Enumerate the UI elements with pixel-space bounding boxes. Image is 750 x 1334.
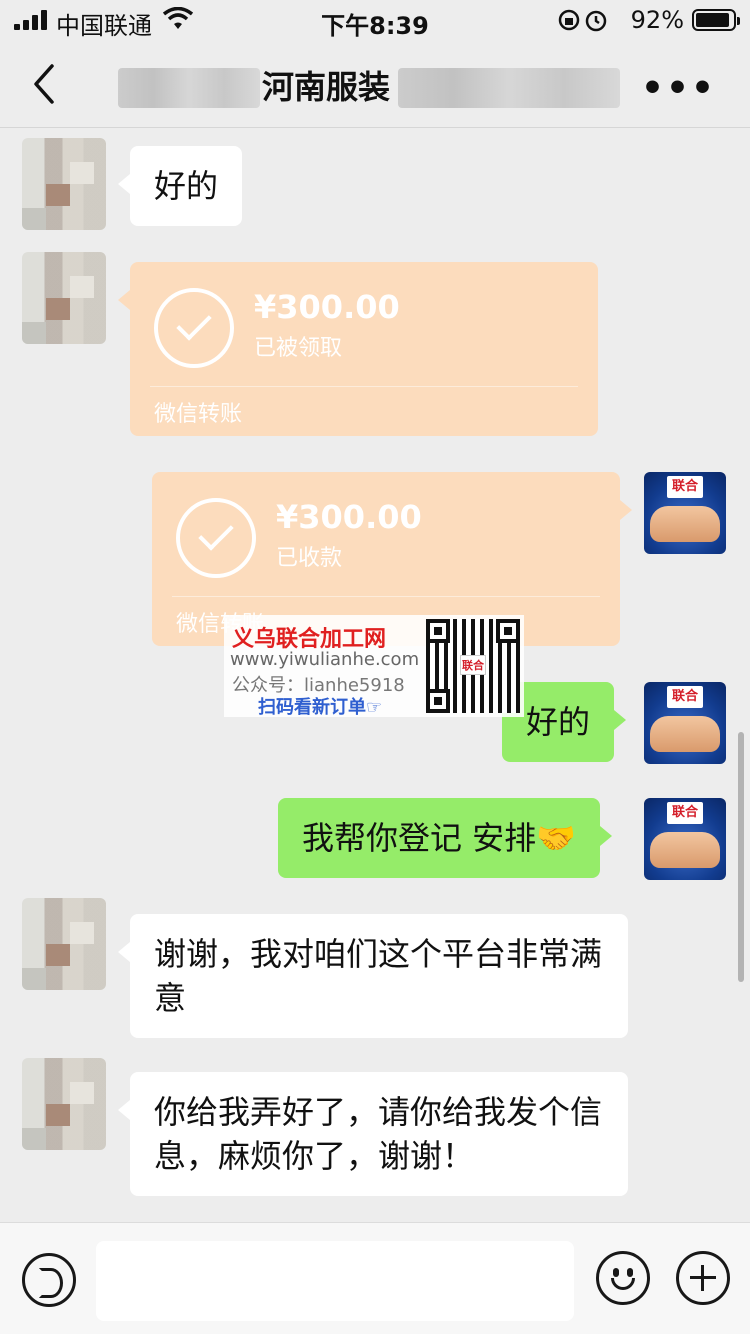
input-bar <box>0 1222 750 1334</box>
avatar-logo: 联合 <box>667 802 703 824</box>
battery-icon <box>692 9 740 31</box>
qr-code: 联合 <box>426 619 520 713</box>
plus-icon[interactable] <box>676 1251 730 1305</box>
check-circle-icon <box>176 498 256 578</box>
voice-icon[interactable] <box>22 1253 76 1307</box>
title-redaction-right <box>398 68 620 108</box>
emoji-icon[interactable] <box>596 1251 650 1305</box>
avatar-customer[interactable] <box>22 1058 106 1150</box>
check-circle-icon <box>154 288 234 368</box>
transfer-status: 已收款 <box>276 546 343 571</box>
chat-header: 河南服装 ••• <box>0 40 750 128</box>
handshake-icon <box>650 716 720 752</box>
avatar-customer[interactable] <box>22 138 106 230</box>
message-bubble[interactable]: 我帮你登记 安排🤝 <box>278 798 613 878</box>
lock-rotation-icon <box>558 8 610 38</box>
transfer-status: 已被领取 <box>254 336 343 361</box>
transfer-divider <box>172 596 600 597</box>
status-bar: 中国联通 下午8:39 92% <box>0 0 750 40</box>
message-input[interactable] <box>96 1241 574 1321</box>
avatar-customer[interactable] <box>22 898 106 990</box>
avatar-logo: 联合 <box>667 686 703 708</box>
message-bubble[interactable]: 谢谢，我对咱们这个平台非常满意 <box>118 914 628 1038</box>
watermark-url: www.yiwulianhe.com <box>230 649 420 670</box>
qr-logo: 联合 <box>460 655 486 675</box>
message-bubble[interactable]: 你给我弄好了，请你给我发个信息，麻烦你了，谢谢！ <box>118 1072 628 1196</box>
transfer-divider <box>150 386 578 387</box>
message-bubble[interactable]: 好的 <box>117 146 243 226</box>
avatar-self[interactable]: 联合 <box>644 798 726 880</box>
handshake-icon <box>650 506 720 542</box>
transfer-amount: ¥300.00 <box>254 288 400 326</box>
transfer-card[interactable]: ¥300.00 已被领取 微信转账 <box>118 262 598 436</box>
chat-title: 河南服装 <box>262 68 391 106</box>
title-redaction-left <box>118 68 260 108</box>
battery-percent: 92% <box>630 6 684 34</box>
transfer-footer: 微信转账 <box>154 402 243 427</box>
avatar-logo: 联合 <box>667 476 703 498</box>
more-icon[interactable]: ••• <box>641 68 716 109</box>
avatar-self[interactable]: 联合 <box>644 682 726 764</box>
avatar-customer[interactable] <box>22 252 106 344</box>
transfer-amount: ¥300.00 <box>276 498 422 536</box>
handshake-icon <box>650 832 720 868</box>
back-arrow-icon[interactable] <box>30 62 60 106</box>
watermark-cta: 扫码看新订单☞ <box>258 697 383 718</box>
avatar-self[interactable]: 联合 <box>644 472 726 554</box>
watermark-ad: 义乌联合加工网 www.yiwulianhe.com 公众号：lianhe591… <box>224 615 524 718</box>
scrollbar[interactable] <box>738 732 744 982</box>
